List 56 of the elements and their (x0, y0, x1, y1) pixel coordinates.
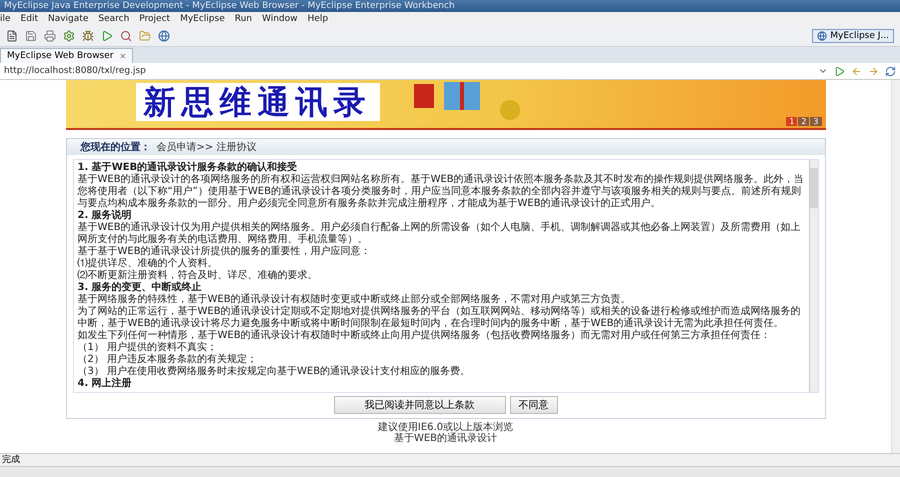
agreement-paragraph: 基于基于WEB的通讯录设计所提供的服务的重要性，用户应同意： (78, 246, 372, 258)
agreement-paragraph: 基于WEB的通讯录设计的各项网络服务的所有权和运营权归网站名称所有。基于WEB的通讯录设计依照本服务条款及其不时发布的操作规则提供网络服务。此外，当您将使用者（以下称“用户”）使用基于WEB的通讯录设计各项分类服务时，用户应当同意本服务条款的全部内容并遵守与该项服务相关的规则与要点。前述所有规则与要点均构成本服务条款的一部分。用户必须完全同意所有服务条款并完成注册程序，才能成为基于WEB的通讯录设计的正式用户。 (78, 174, 804, 210)
section-heading: 2. 服务说明 (78, 210, 133, 222)
agreement-paragraph: 基于WEB的通讯录设计仅为用户提供相关的网络服务。用户必须自行配备上网的所需设备（如个人电脑、手机、调制解调器或其他必备上网装置）及所需费用（如上网所支付的与此服务有关的电话费用、网络费用、手机流量等）。 (78, 222, 802, 246)
folder-icon[interactable] (139, 30, 151, 42)
agreement-paragraph: 基于网络服务的特殊性，基于WEB的通讯录设计有权随时变更或中断或终止部分或全部网络服务，不需对用户或第三方负责。 (78, 294, 632, 306)
menu-item[interactable]: ile (0, 14, 11, 24)
menu-item[interactable]: Project (139, 14, 170, 24)
menu-item[interactable]: Edit (20, 14, 38, 24)
footer-text: 基于WEB的通讯录设计 (394, 433, 498, 444)
scrollbar[interactable] (808, 160, 818, 392)
agreement-paragraph: （2） 用户违反本服务条款的有关规定； (78, 354, 258, 366)
breadcrumb-path: 会员申请>> 注册协议 (156, 140, 256, 154)
search-icon[interactable] (120, 30, 132, 42)
menu-item[interactable]: Run (234, 14, 252, 24)
printer-icon[interactable] (44, 30, 56, 42)
menu-item[interactable]: Search (98, 14, 130, 24)
menu-item[interactable]: Window (262, 14, 298, 24)
back-icon[interactable] (851, 66, 862, 76)
breadcrumb-label: 您现在的位置： (80, 140, 150, 154)
page-scrollbar[interactable] (891, 80, 900, 453)
agreement-paragraph: ⑵不断更新注册资料，符合及时、详尽、准确的要求。 (78, 270, 318, 281)
section-heading: 3. 服务的变更、中断或终止 (78, 282, 203, 294)
refresh-icon[interactable] (885, 66, 896, 76)
file-icon[interactable] (6, 30, 18, 42)
agree-button[interactable]: 我已阅读并同意以上条款 (334, 396, 506, 414)
save-icon[interactable] (25, 30, 37, 42)
go-icon[interactable] (834, 66, 845, 76)
globe-icon[interactable] (158, 30, 170, 42)
window-title: MyEclipse Java Enterprise Development - MyEclipse Web Browser - MyEclipse Enterprise Workbench (0, 0, 900, 12)
status-text: 完成 (0, 453, 900, 466)
perspective-button[interactable]: MyEclipse J... (812, 29, 894, 43)
footer-text: 建议使用IE6.0或以上版本浏览 (378, 422, 514, 433)
gear-icon[interactable] (63, 30, 75, 42)
decline-button[interactable]: 不同意 (510, 396, 558, 414)
agreement-paragraph: （3） 用户在使用收费网络服务时未按规定向基于WEB的通讯录设计支付相应的服务费。 (78, 366, 472, 377)
agreement-paragraph: 如发生下列任何一种情形，基于WEB的通讯录设计有权随时中断或终止向用户提供网络服务（包括收费网络服务）而无需对用户或任何第三方承担任何责任： (78, 330, 772, 342)
logo-text: 新思维通讯录 (136, 83, 380, 121)
section-heading: 4. 网上注册 (78, 378, 133, 390)
section-heading: 1. 基于WEB的通讯录设计服务条款的确认和接受 (78, 162, 298, 174)
menu-item[interactable]: Navigate (48, 14, 88, 24)
agreement-paragraph: 为了网站的正常运行，基于WEB的通讯录设计定期或不定期地对提供网络服务的平台（如互联网网站、移动网络等）或相关的设备进行检修或维护而造成网络服务的中断，基于WEB的通讯录设计将尽力避免服务中断或将中断时间限制在最短时间内，在合理时间内的服务中断，基于WEB的通讯录设计无需为此承担任何责任。 (78, 306, 802, 330)
bug-icon[interactable] (82, 30, 94, 42)
forward-icon[interactable] (868, 66, 879, 76)
menu-item[interactable]: Help (308, 14, 328, 24)
run-icon[interactable] (101, 30, 113, 42)
agreement-paragraph: （1） 用户提供的资料不真实； (78, 342, 218, 354)
globe-icon (817, 31, 828, 41)
slide-number[interactable]: 2 (798, 117, 810, 126)
slide-number[interactable]: 1 (786, 117, 798, 126)
agreement-box[interactable] (72, 159, 818, 393)
slide-number[interactable]: 3 (810, 117, 822, 126)
menu-item[interactable]: MyEclipse (180, 14, 225, 24)
close-icon[interactable]: ✕ (119, 52, 126, 60)
browser-tab[interactable]: MyEclipse Web Browser ✕ (0, 48, 134, 63)
agreement-paragraph: ⑴提供详尽、准确的个人资料。 (78, 258, 218, 270)
